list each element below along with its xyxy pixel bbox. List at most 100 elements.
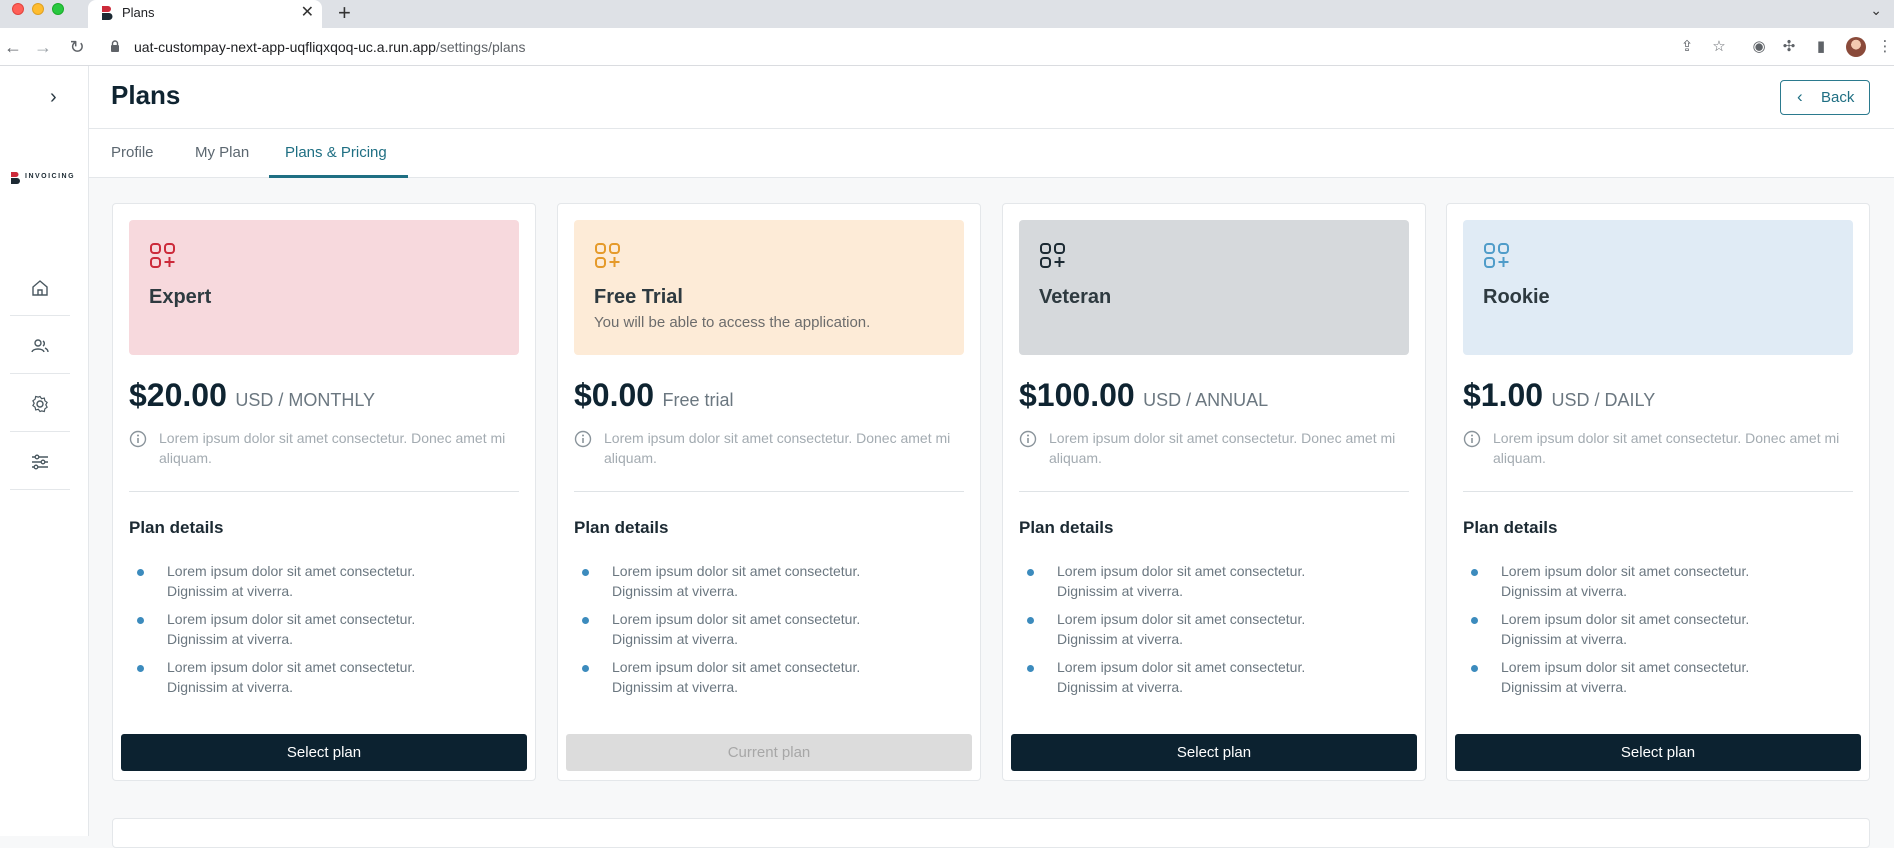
plan-details-title: Plan details <box>1463 518 1558 537</box>
plan-info-text: Lorem ipsum dolor sit amet consectetur. … <box>159 430 506 466</box>
info-icon <box>574 430 592 448</box>
plan-card-expert: Expert $20.00 USD / MONTHLY Lorem ipsum … <box>112 203 536 781</box>
users-icon <box>31 339 49 353</box>
bullet-dot-icon <box>137 569 144 576</box>
plan-detail-text: Lorem ipsum dolor sit amet consectetur. … <box>612 611 861 647</box>
home-icon <box>32 280 48 296</box>
url-text: uat-custompay-next-app-uqfliqxqoq-uc.a.r… <box>134 39 525 55</box>
plan-card-free-trial: Free Trial You will be able to access th… <box>557 203 981 781</box>
new-tab-icon[interactable]: + <box>338 1 351 25</box>
card-divider <box>1019 491 1409 492</box>
window-close-button[interactable] <box>12 3 24 15</box>
bookmark-star-icon[interactable]: ☆ <box>1710 38 1728 56</box>
bullet-dot-icon <box>1471 665 1478 672</box>
plan-name: Free Trial <box>594 286 683 308</box>
plan-card-veteran: Veteran $100.00 USD / ANNUAL Lorem ipsum… <box>1002 203 1426 781</box>
forward-arrow-icon[interactable]: → <box>32 36 54 58</box>
bullet-dot-icon <box>1027 665 1034 672</box>
bullet-dot-icon <box>1471 617 1478 624</box>
select-plan-button[interactable]: Select plan <box>121 734 527 771</box>
browser-menu-icon[interactable]: ⋮ <box>1876 38 1894 56</box>
plan-price: $100.00 <box>1019 377 1135 413</box>
bullet-dot-icon <box>137 617 144 624</box>
plan-detail-text: Lorem ipsum dolor sit amet consectetur. … <box>167 659 416 695</box>
share-icon[interactable]: ⇪ <box>1678 38 1696 56</box>
page-header: Plans ‹ Back <box>89 66 1894 129</box>
plan-card-header: Veteran <box>1019 220 1409 355</box>
plan-detail-text: Lorem ipsum dolor sit amet consectetur. … <box>1501 611 1750 647</box>
select-plan-button[interactable]: Select plan <box>1455 734 1861 771</box>
plan-name: Expert <box>149 286 212 308</box>
plan-price-row: $100.00 USD / ANNUAL <box>1019 377 1409 414</box>
plan-name: Veteran <box>1039 286 1112 308</box>
plan-details-title: Plan details <box>574 518 669 537</box>
plan-detail-text: Lorem ipsum dolor sit amet consectetur. … <box>167 563 416 599</box>
lock-icon <box>111 40 119 52</box>
plan-info-text: Lorem ipsum dolor sit amet consectetur. … <box>604 430 951 466</box>
plan-description: You will be able to access the applicati… <box>594 314 871 331</box>
chevron-left-icon: ‹ <box>1797 87 1803 106</box>
browser-toolbar: ← → ↻ uat-custompay-next-app-uqfliqxqoq-… <box>0 28 1894 66</box>
plan-info-text: Lorem ipsum dolor sit amet consectetur. … <box>1493 430 1840 466</box>
plan-detail-text: Lorem ipsum dolor sit amet consectetur. … <box>1501 659 1750 695</box>
plan-detail-text: Lorem ipsum dolor sit amet consectetur. … <box>1057 563 1306 599</box>
app-logo: INVOICING <box>10 171 74 185</box>
plan-name: Rookie <box>1483 286 1550 308</box>
browser-tab-title: Plans <box>122 5 155 20</box>
side-panel-icon[interactable]: ▮ <box>1812 38 1830 56</box>
invoicing-favicon-icon <box>102 6 113 20</box>
tab-my-plan[interactable]: My Plan <box>195 144 249 161</box>
close-tab-icon[interactable]: ✕ <box>301 3 314 23</box>
plan-apps-icon <box>1484 243 1509 268</box>
reload-icon[interactable]: ↻ <box>66 36 88 58</box>
extensions-puzzle-icon[interactable]: ✣ <box>1780 38 1798 56</box>
tab-plans-pricing[interactable]: Plans & Pricing <box>285 144 387 161</box>
plan-detail-text: Lorem ipsum dolor sit amet consectetur. … <box>612 659 861 695</box>
page-title: Plans <box>111 80 181 110</box>
current-plan-button: Current plan <box>566 734 972 771</box>
logo-mark-icon <box>11 172 20 184</box>
browser-tab[interactable]: Plans ✕ <box>88 0 322 28</box>
plan-period: Free trial <box>662 390 734 410</box>
plan-period: USD / DAILY <box>1551 390 1656 410</box>
sliders-icon <box>32 454 48 470</box>
plan-detail-text: Lorem ipsum dolor sit amet consectetur. … <box>1501 563 1750 599</box>
url-path: /settings/plans <box>435 39 526 55</box>
bullet-dot-icon <box>1471 569 1478 576</box>
sidebar-expand-icon[interactable]: › <box>50 86 57 109</box>
sidebar-item-users[interactable] <box>10 316 70 374</box>
sidebar-item-filters[interactable] <box>10 432 70 490</box>
sidebar-item-home[interactable] <box>10 258 70 316</box>
url-host: uat-custompay-next-app-uqfliqxqoq-uc.a.r… <box>134 39 436 55</box>
tab-search-icon[interactable]: ⌄ <box>1870 2 1882 19</box>
sidebar: › INVOICING <box>0 66 89 836</box>
back-button[interactable]: ‹ Back <box>1780 80 1870 115</box>
select-plan-button[interactable]: Select plan <box>1011 734 1417 771</box>
plan-period: USD / MONTHLY <box>235 390 376 410</box>
extension-password-icon[interactable]: ◉ <box>1750 38 1768 56</box>
info-icon <box>129 430 147 448</box>
back-button-label: Back <box>1821 89 1855 106</box>
window-minimize-button[interactable] <box>32 3 44 15</box>
info-icon <box>1019 430 1037 448</box>
plan-price-row: $1.00 USD / DAILY <box>1463 377 1853 414</box>
bullet-dot-icon <box>582 617 589 624</box>
settings-tabs: Profile My Plan Plans & Pricing <box>89 129 1894 178</box>
window-zoom-button[interactable] <box>52 3 64 15</box>
plan-card-rookie: Rookie $1.00 USD / DAILY Lorem ipsum dol… <box>1446 203 1870 781</box>
plan-info-text: Lorem ipsum dolor sit amet consectetur. … <box>1049 430 1396 466</box>
card-divider <box>574 491 964 492</box>
plan-card-header: Rookie <box>1463 220 1853 355</box>
address-bar[interactable]: uat-custompay-next-app-uqfliqxqoq-uc.a.r… <box>100 33 1740 61</box>
card-divider <box>1463 491 1853 492</box>
profile-avatar[interactable] <box>1846 37 1866 57</box>
sidebar-item-settings[interactable] <box>10 374 70 432</box>
plan-price: $1.00 <box>1463 377 1544 413</box>
logo-text: INVOICING <box>25 173 76 180</box>
plan-period: USD / ANNUAL <box>1143 390 1269 410</box>
bullet-dot-icon <box>137 665 144 672</box>
plan-apps-icon <box>1040 243 1065 268</box>
gear-icon <box>32 395 48 413</box>
back-arrow-icon[interactable]: ← <box>2 36 24 58</box>
tab-profile[interactable]: Profile <box>111 144 154 161</box>
